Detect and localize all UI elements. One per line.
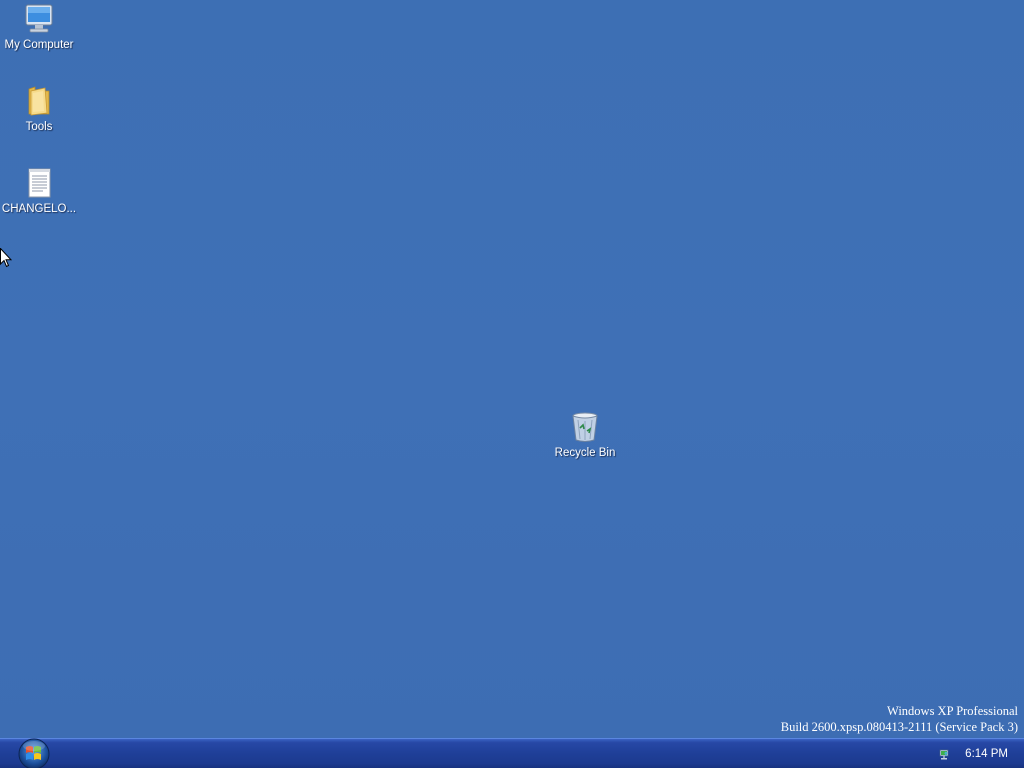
folder-icon (28, 86, 50, 116)
desktop-icon-my-computer[interactable]: My Computer (0, 3, 78, 52)
desktop-icon-label: CHANGELO... (1, 203, 77, 215)
mouse-cursor-icon (0, 248, 12, 268)
desktop[interactable]: My Computer Tools CHANGELO... Recycle Bi… (0, 0, 1024, 738)
desktop-icon-label: Recycle Bin (554, 447, 616, 459)
desktop-icon-changelog[interactable]: CHANGELO... (0, 167, 78, 216)
network-icon[interactable] (939, 747, 953, 761)
start-button[interactable] (15, 737, 53, 768)
desktop-icon-label: My Computer (4, 39, 74, 51)
desktop-icon-tools[interactable]: Tools (0, 85, 78, 134)
os-version-watermark: Windows XP Professional (887, 704, 1018, 718)
recycle-bin-icon (572, 412, 598, 442)
computer-icon (25, 4, 53, 33)
taskbar-clock[interactable]: 6:14 PM (965, 748, 1008, 760)
taskbar: 6:14 PM (0, 738, 1024, 768)
text-document-icon (28, 168, 51, 198)
os-build-watermark: Build 2600.xpsp.080413-2111 (Service Pac… (780, 720, 1018, 734)
desktop-icon-label: Tools (25, 121, 53, 133)
desktop-icon-recycle-bin[interactable]: Recycle Bin (546, 411, 624, 460)
system-tray: 6:14 PM (928, 739, 1024, 768)
